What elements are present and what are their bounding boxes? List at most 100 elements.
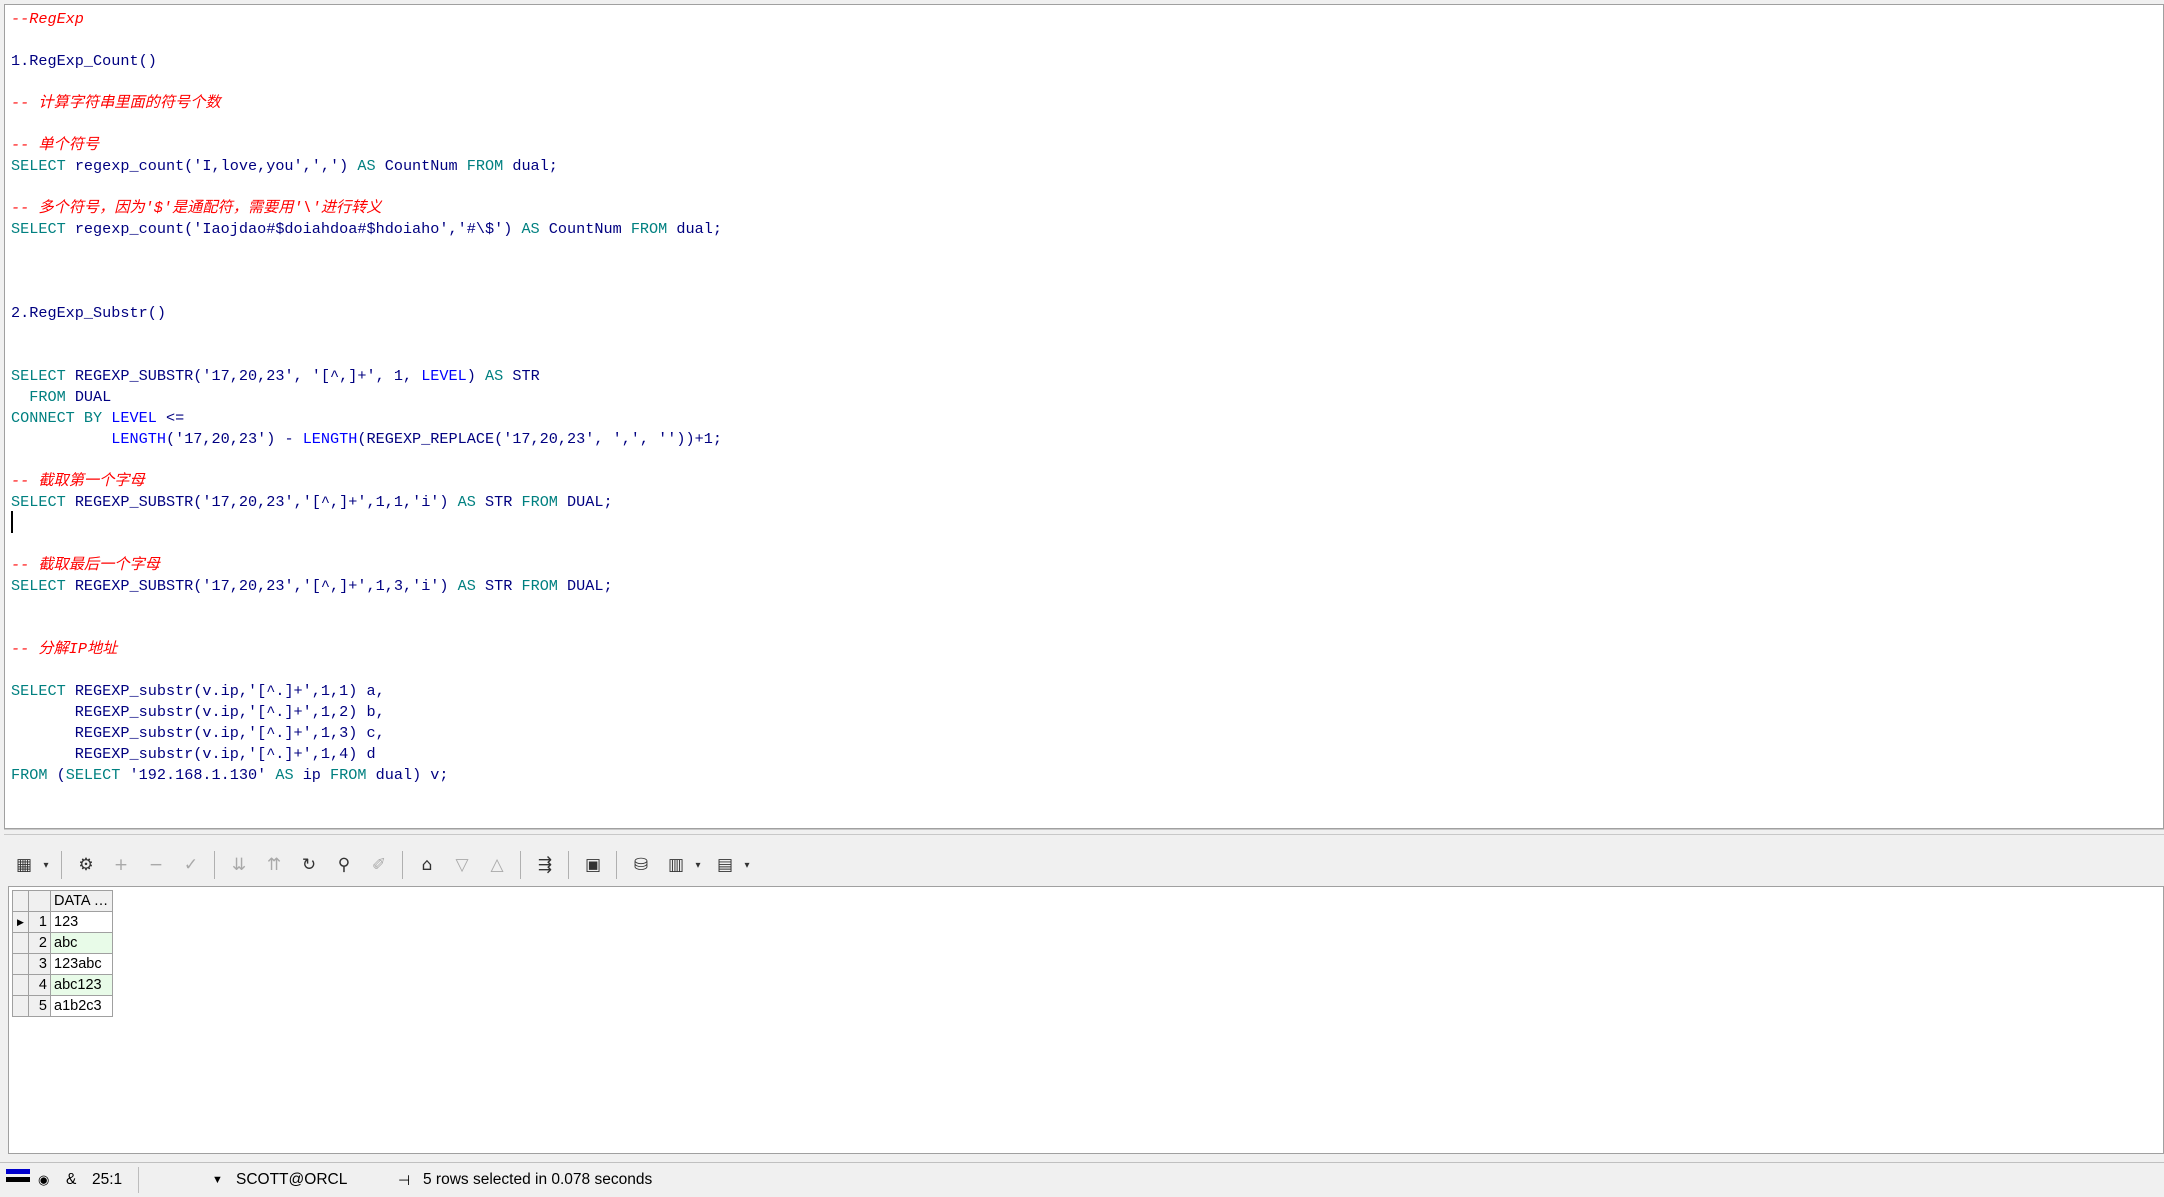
code-token: , (594, 430, 613, 448)
up-arrow-icon[interactable]: △ (482, 850, 512, 880)
cell-data[interactable]: abc (50, 932, 113, 954)
code-token: '17,20,23' (202, 367, 294, 385)
toolbar-separator (61, 851, 62, 879)
row-number: 4 (28, 974, 51, 996)
code-token: , (302, 157, 312, 175)
text-caret (11, 511, 13, 533)
code-token: '#\$' (457, 220, 504, 238)
code-token: REGEXP_substr(v.ip, (74, 682, 248, 700)
language-flag-icon (6, 1169, 30, 1191)
code-token: FROM (466, 157, 513, 175)
code-line: -- 计算字符串里面的符号个数 (11, 93, 221, 113)
code-token: ',' (311, 157, 340, 175)
toolbar-separator (568, 851, 569, 879)
code-line: -- 多个符号，因为'$'是通配符，需要用'\'进行转义 (11, 198, 382, 218)
database-icon[interactable]: ⛁ (626, 850, 656, 880)
query-icon[interactable]: ⚙ (71, 850, 101, 880)
code-line: SELECT regexp_count('Iaojdao#$doiahdoa#$… (11, 219, 722, 239)
connection-label[interactable]: SCOTT@ORCL (236, 1163, 347, 1197)
code-line: 1.RegExp_Count() (11, 51, 157, 71)
pane-splitter[interactable] (4, 829, 2164, 835)
column-header-data[interactable]: DATA … (50, 890, 113, 912)
code-token: FROM (330, 766, 376, 784)
binoculars-icon[interactable]: ⚲ (329, 850, 359, 880)
code-token: (REGEXP_REPLACE( (357, 430, 504, 448)
code-token: DUAL; (567, 493, 613, 511)
grid-icon[interactable]: ▦ (9, 850, 39, 880)
row-number: 2 (28, 932, 51, 954)
code-token: -- 计算字符串里面的符号个数 (11, 94, 221, 112)
toolbar-separator (214, 851, 215, 879)
dropdown-arrow-icon[interactable]: ▾ (39, 850, 53, 880)
table-row[interactable]: 2 abc (12, 932, 113, 954)
cell-data[interactable]: a1b2c3 (50, 995, 113, 1017)
pin-icon: ⊣ (398, 1172, 411, 1188)
cell-data[interactable]: 123 (50, 911, 113, 933)
row-indicator (12, 932, 29, 954)
code-token: FROM (11, 388, 75, 406)
save-icon[interactable]: ▣ (578, 850, 608, 880)
table-row[interactable]: 3 123abc (12, 953, 113, 975)
code-line: REGEXP_substr(v.ip,'[^.]+',1,3) c, (11, 723, 385, 743)
code-line: FROM DUAL (11, 387, 111, 407)
code-token: '[^.]+' (247, 682, 312, 700)
code-token: ) (439, 493, 458, 511)
code-line: CONNECT BY LEVEL <= (11, 408, 184, 428)
code-token: dual) v; (375, 766, 449, 784)
minus-icon[interactable]: − (141, 850, 171, 880)
status-message: 5 rows selected in 0.078 seconds (423, 1171, 653, 1188)
cell-data[interactable]: 123abc (50, 953, 113, 975)
dropdown-arrow-icon[interactable]: ▾ (740, 850, 754, 880)
cell-data[interactable]: abc123 (50, 974, 113, 996)
down-arrow-icon[interactable]: ▽ (447, 850, 477, 880)
code-token: REGEXP_SUBSTR( (74, 493, 203, 511)
dropdown-arrow-icon[interactable]: ▾ (691, 850, 705, 880)
code-token: , (293, 577, 303, 595)
export-icon[interactable]: ⌂ (412, 850, 442, 880)
code-token: SELECT (11, 493, 75, 511)
connect-icon[interactable]: ⇶ (530, 850, 560, 880)
table-row[interactable]: 5 a1b2c3 (12, 995, 113, 1017)
code-line: -- 单个符号 (11, 135, 99, 155)
code-token: 'i' (412, 577, 440, 595)
code-token: STR (512, 367, 540, 385)
table-row[interactable]: ▶ 1 123 (12, 911, 113, 933)
code-token: ))+1; (676, 430, 722, 448)
code-token: FROM (630, 220, 677, 238)
code-token: ip (302, 766, 331, 784)
code-token: dual; (676, 220, 722, 238)
code-token: ( (56, 766, 66, 784)
code-token: , (639, 430, 659, 448)
code-token: '[^,]+' (302, 493, 367, 511)
code-token: LEVEL (111, 409, 166, 427)
row-indicator (12, 953, 29, 975)
code-token: , (448, 220, 458, 238)
connection-dropdown-icon[interactable]: ▼ (212, 1163, 223, 1197)
code-token: ) - (266, 430, 303, 448)
code-token: REGEXP_SUBSTR( (74, 367, 203, 385)
table-row[interactable]: 4 abc123 (12, 974, 113, 996)
plus-icon[interactable]: + (106, 850, 136, 880)
table-icon[interactable]: ▤ (710, 850, 740, 880)
refresh-icon[interactable]: ↻ (294, 850, 324, 880)
code-token: '17,20,23' (503, 430, 595, 448)
code-token: SELECT (65, 766, 130, 784)
double-down-icon[interactable]: ⇊ (224, 850, 254, 880)
eraser-icon[interactable]: ✐ (364, 850, 394, 880)
code-token: 2.RegExp_Substr() (11, 304, 166, 322)
column-header-label: DATA (54, 893, 90, 909)
code-token: SELECT (11, 367, 75, 385)
code-line: -- 截取最后一个字母 (11, 555, 160, 575)
sql-editor[interactable]: --RegExp 1.RegExp_Count() -- 计算字符串里面的符号个数 -… (4, 4, 2164, 829)
code-token: -- 单个符号 (11, 136, 100, 154)
check-icon[interactable]: ✓ (176, 850, 206, 880)
code-token: '' (658, 430, 677, 448)
code-token: '17,20,23' (202, 493, 294, 511)
code-token: '[^,]+' (302, 577, 367, 595)
status-bar: ◉ & 25:1 ▼ SCOTT@ORCL ⊣ 5 rows selected … (0, 1162, 2164, 1197)
code-token: ,1,1, (366, 493, 413, 511)
double-up-icon[interactable]: ⇈ (259, 850, 289, 880)
code-token: SELECT (11, 157, 75, 175)
code-token: '192.168.1.130' (129, 766, 276, 784)
chart-icon[interactable]: ▥ (661, 850, 691, 880)
